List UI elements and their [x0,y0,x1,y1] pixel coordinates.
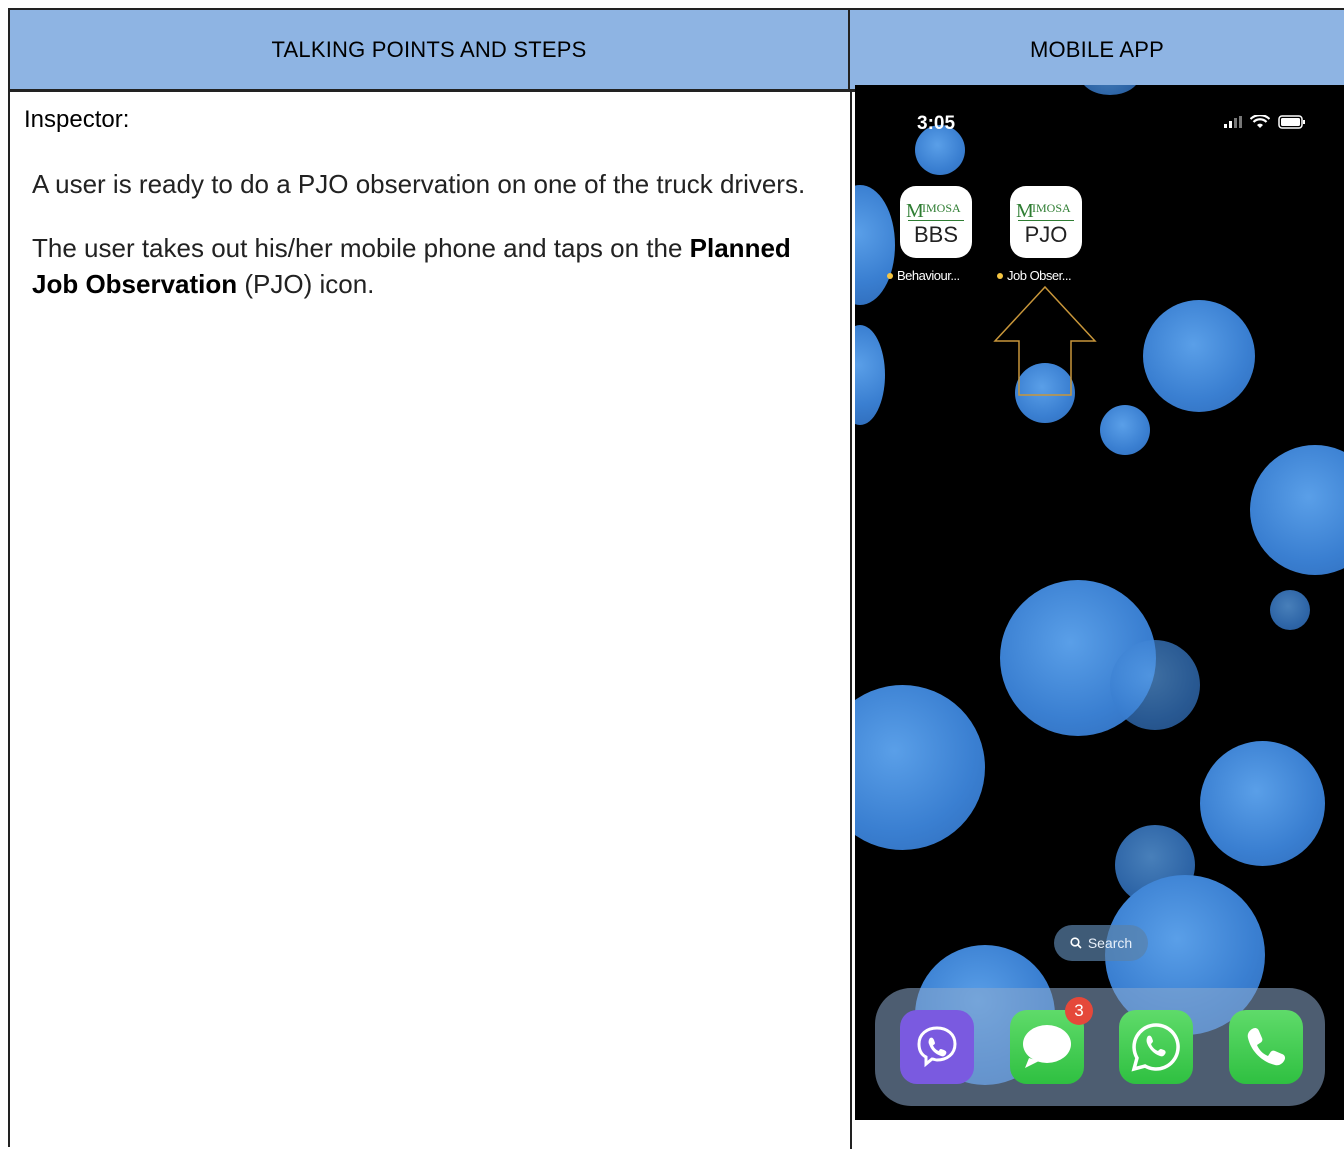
pjo-app-label: Job Obser... [997,268,1072,283]
app-label-text: Job Obser... [1007,268,1072,283]
bokeh-circle [1143,300,1255,412]
pointer-arrow-icon [993,285,1097,396]
viber-icon [917,1026,957,1068]
search-icon [1070,937,1082,949]
phone-screenshot: 3:05 M IMOSA BBS Behaviour... M IMOSA PJ… [855,85,1344,1120]
bokeh-circle [1270,590,1310,630]
app-label-text: Behaviour... [897,268,960,283]
whatsapp-app-icon[interactable] [1119,1010,1193,1084]
viber-app-icon[interactable] [900,1010,974,1084]
messages-badge: 3 [1065,997,1093,1025]
app-code: BBS [913,222,959,247]
paragraph-2-post: (PJO) icon. [237,269,375,299]
bokeh-circle [1110,640,1200,730]
pjo-app-icon[interactable]: M IMOSA PJO [1010,186,1082,258]
bbs-app-icon[interactable]: M IMOSA BBS [900,186,972,258]
bokeh-circle [855,685,985,850]
bbs-app-label: Behaviour... [887,268,960,283]
phone-app-icon[interactable] [1229,1010,1303,1084]
logo-underline [908,220,964,221]
bokeh-circle [855,185,895,305]
message-bubble-icon [1023,1025,1071,1068]
paragraph-1: A user is ready to do a PJO observation … [32,169,806,199]
header-talking-points: TALKING POINTS AND STEPS [10,10,850,92]
paragraph-2-pre: The user takes out his/her mobile phone … [32,233,690,263]
bokeh-circle [1200,741,1325,866]
status-time: 3:05 [917,113,956,134]
signal-icon [1224,116,1242,128]
talking-points-cell: Inspector: A user is ready to do a PJO o… [10,92,850,344]
mimosa-logo-text: IMOSA [1032,201,1071,215]
spotlight-search-button[interactable]: Search [1054,925,1148,961]
new-app-dot [997,272,1003,279]
whatsapp-icon [1131,1023,1180,1072]
battery-icon [1278,115,1305,129]
new-app-dot [887,272,893,279]
status-icons [1224,115,1306,129]
bokeh-circle [855,325,885,425]
bokeh-circle [1250,445,1344,575]
phone-handset-icon [1247,1027,1286,1066]
role-heading: Inspector: [24,106,130,133]
header-mobile-app: MOBILE APP [850,10,1344,92]
column-divider [850,92,852,1149]
paragraph-2: The user takes out his/her mobile phone … [32,230,828,302]
wifi-icon [1250,115,1270,128]
logo-underline [1018,220,1074,221]
app-code: PJO [1024,222,1068,247]
bokeh-circle [1080,85,1140,95]
bokeh-circle [1100,405,1150,455]
search-label: Search [1087,935,1133,951]
mimosa-logo-text: IMOSA [922,201,961,215]
